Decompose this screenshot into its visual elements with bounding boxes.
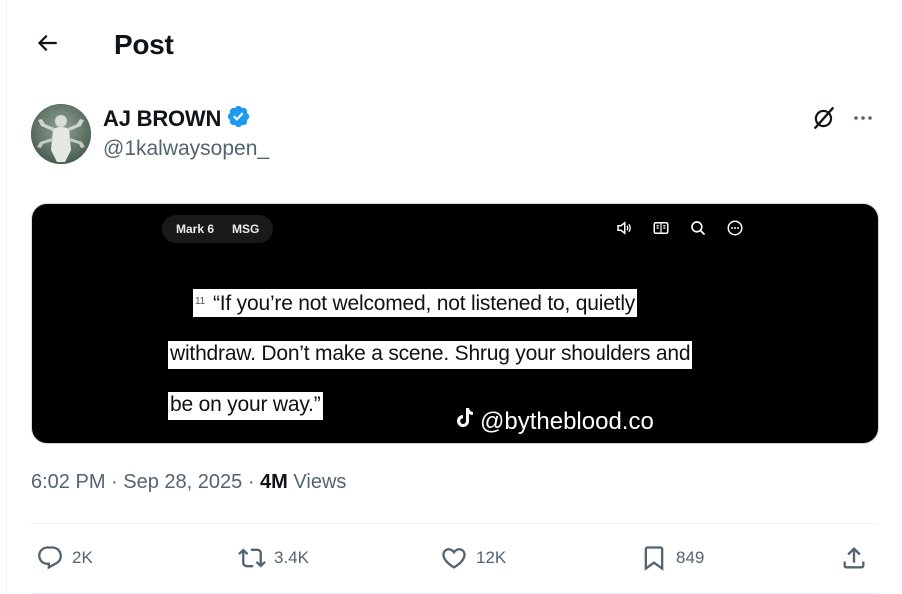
avatar[interactable]: [31, 104, 91, 164]
book-icon: [651, 218, 671, 238]
repost-icon: [236, 542, 268, 574]
pill-book-label: Mark 6: [176, 222, 215, 236]
caption-line-1-text: “If you’re not welcomed, not listened to…: [212, 292, 636, 315]
pill-version-label: MSG: [232, 222, 260, 236]
bookmark-icon: [638, 542, 670, 574]
arrow-left-icon: [34, 30, 60, 61]
views-count: 4M: [260, 471, 288, 493]
meta-separator: ·: [242, 471, 261, 493]
verse-number: 11: [195, 296, 205, 307]
reply-icon: [34, 542, 66, 574]
more-options-button[interactable]: [846, 104, 880, 136]
caption-line-3: be on your way.”: [168, 392, 323, 420]
caption-line-1: 11 “If you’re not welcomed, not listened …: [193, 289, 638, 317]
caption-line-2: withdraw. Don’t make a scene. Shrug your…: [168, 341, 693, 369]
like-count: 12K: [476, 548, 507, 567]
more-horizontal-icon: [851, 106, 875, 135]
watermark-handle: @bytheblood.co: [480, 407, 654, 435]
avatar-image: [31, 104, 91, 164]
back-button[interactable]: [30, 28, 64, 62]
author-handle[interactable]: @1kalwaysopen_: [103, 137, 269, 161]
share-icon: [838, 542, 870, 574]
bookmark-button[interactable]: 849: [638, 540, 704, 576]
share-button[interactable]: [838, 540, 870, 576]
repost-button[interactable]: 3.4K: [236, 540, 309, 576]
grok-icon: [811, 105, 837, 136]
speaker-icon: [614, 218, 634, 238]
grok-button[interactable]: [808, 104, 840, 136]
media-toolbar: [614, 218, 745, 238]
bible-version-pill: Mark 6 MSG: [162, 215, 274, 243]
verified-badge-icon: [226, 104, 251, 134]
reply-count: 2K: [72, 548, 93, 567]
top-bar: Post: [0, 0, 902, 90]
meta-separator: ·: [105, 471, 124, 493]
tiktok-icon: [456, 407, 474, 436]
author-name-row[interactable]: AJ BROWN: [103, 104, 251, 134]
divider: [31, 523, 879, 524]
post-media-image[interactable]: Mark 6 MSG 11 “If you’re not welcomed, no…: [31, 203, 879, 444]
post-time[interactable]: 6:02 PM: [31, 471, 105, 493]
post-metadata: 6:02 PM · Sep 28, 2025 · 4M Views: [31, 471, 346, 494]
watermark: @bytheblood.co: [456, 407, 654, 436]
heart-icon: [438, 542, 470, 574]
page-title: Post: [114, 29, 174, 60]
bookmark-count: 849: [676, 548, 705, 567]
like-button[interactable]: 12K: [438, 540, 506, 576]
author-display-name[interactable]: AJ BROWN: [103, 106, 221, 132]
views-label: Views: [293, 471, 347, 493]
search-icon: [688, 218, 708, 238]
post-date[interactable]: Sep 28, 2025: [123, 471, 242, 493]
repost-count: 3.4K: [274, 548, 309, 567]
more-circle-icon: [725, 218, 745, 238]
reply-button[interactable]: 2K: [34, 540, 93, 576]
